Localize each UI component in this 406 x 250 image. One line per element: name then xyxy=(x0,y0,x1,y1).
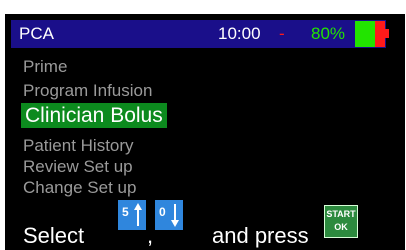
app-title: PCA xyxy=(19,24,54,43)
menu-item-program-infusion[interactable]: Program Infusion xyxy=(23,81,152,101)
battery-empty-segment xyxy=(375,21,385,47)
menu-item-change-set-up[interactable]: Change Set up xyxy=(23,178,136,198)
menu-item-patient-history[interactable]: Patient History xyxy=(23,136,134,156)
battery-tip xyxy=(385,29,389,38)
battery-percent: 80% xyxy=(311,24,346,43)
clock: 10:00 xyxy=(218,24,261,43)
menu-item-clinician-bolus[interactable]: Clinician Bolus xyxy=(21,103,167,128)
key-up-digit: 5 xyxy=(122,205,129,219)
arrow-up-icon xyxy=(134,203,142,226)
menu-item-prime[interactable]: Prime xyxy=(23,57,67,77)
instruction-and-press-text: and press xyxy=(212,223,309,248)
instruction-select-text: Select xyxy=(23,223,85,248)
ok-label: OK xyxy=(334,222,348,232)
status-bar: PCA 10:00 - 80% xyxy=(11,20,389,48)
instruction-comma: , xyxy=(147,223,154,248)
battery-charge-fill xyxy=(355,21,375,47)
scroll-up-key-icon[interactable]: 5 xyxy=(118,200,146,230)
arrow-down-icon xyxy=(171,204,179,227)
scroll-down-key-icon[interactable]: 0 xyxy=(155,200,183,230)
key-down-digit: 0 xyxy=(159,205,166,219)
status-separator: - xyxy=(279,24,285,43)
menu-item-review-set-up[interactable]: Review Set up xyxy=(23,157,133,177)
start-label: START xyxy=(326,209,356,219)
pca-pump-screen: PCA 10:00 - 80% Prime Program Infusion C… xyxy=(0,0,406,250)
battery-icon xyxy=(355,21,385,47)
start-ok-key-icon[interactable]: START OK xyxy=(324,205,358,238)
